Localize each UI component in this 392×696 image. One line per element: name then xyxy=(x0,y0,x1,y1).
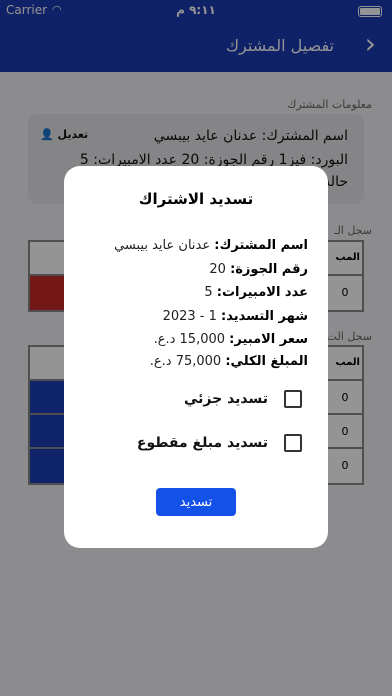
detail-key: شهر التسديد: xyxy=(221,309,308,324)
pay-button[interactable]: تسديد xyxy=(156,488,236,516)
payment-dialog: تسديد الاشتراك اسم المشترك: عدنان عايد ب… xyxy=(64,166,328,548)
partial-payment-option[interactable]: تسديد جزئي xyxy=(184,390,302,408)
detail-row-total: المبلغ الكلي: 75,000 د.ع. xyxy=(150,354,308,369)
option-label: تسديد جزئي xyxy=(183,391,268,407)
dialog-title: تسديد الاشتراك xyxy=(138,190,254,208)
detail-row-amperes: عدد الامبيرات: 5 xyxy=(204,285,308,300)
partial-payment-checkbox[interactable] xyxy=(284,390,302,408)
detail-value: 1 - 2023 xyxy=(162,309,217,324)
option-label: تسديد مبلغ مقطوع xyxy=(136,435,268,451)
detail-key: المبلغ الكلي: xyxy=(225,354,308,369)
detail-row-month: شهر التسديد: 1 - 2023 xyxy=(163,309,308,324)
detail-row-price: سعر الامبير: 15,000 د.ع. xyxy=(154,332,308,347)
detail-value: عدنان عايد بيبسي xyxy=(114,238,211,253)
detail-key: عدد الامبيرات: xyxy=(216,285,308,300)
detail-row-meter: رقم الجوزة: 20 xyxy=(209,262,308,277)
detail-value: 75,000 د.ع. xyxy=(149,354,222,369)
detail-value: 20 xyxy=(209,262,226,277)
detail-key: اسم المشترك: xyxy=(214,238,308,253)
detail-key: سعر الامبير: xyxy=(229,332,308,347)
fixed-amount-option[interactable]: تسديد مبلغ مقطوع xyxy=(137,434,302,452)
fixed-amount-checkbox[interactable] xyxy=(284,434,302,452)
detail-value: 15,000 د.ع. xyxy=(153,332,226,347)
detail-value: 5 xyxy=(204,285,213,300)
detail-key: رقم الجوزة: xyxy=(230,262,308,277)
detail-row-name: اسم المشترك: عدنان عايد بيبسي xyxy=(114,238,308,253)
